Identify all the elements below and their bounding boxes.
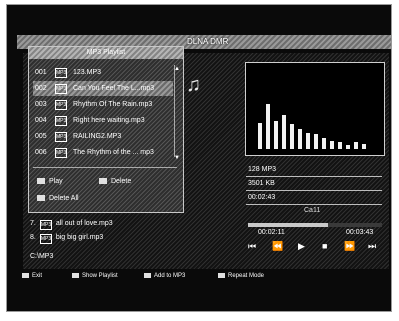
row-filename: Can You Feel The L...mp3 (73, 85, 155, 92)
play-label: Play (49, 178, 63, 185)
scroll-up-icon[interactable]: ▲ (174, 66, 180, 72)
playlist-divider (33, 167, 177, 168)
progress-bar[interactable] (248, 223, 382, 227)
row-filename: The Rhythm of the ... mp3 (73, 149, 154, 156)
spectrum-bar (314, 134, 318, 149)
previous-track-icon[interactable]: ⏮ (248, 240, 256, 252)
key-icon (72, 272, 79, 278)
add-to-mp3-button[interactable]: Add to MP3 (144, 270, 185, 282)
row-filename: 123.MP3 (73, 69, 102, 76)
row-number: 005 (35, 133, 47, 140)
spectrum-bar (266, 104, 270, 149)
current-time: 00:02:11 (258, 229, 285, 236)
info-divider (246, 190, 382, 191)
spectrum-bar (258, 123, 262, 149)
mp3-file-icon: MP3 (55, 132, 67, 142)
exit-button[interactable]: Exit (22, 270, 42, 282)
list-item[interactable]: 8. MP3 big big girl.mp3 (30, 232, 103, 244)
delete-all-button[interactable]: Delete All (37, 194, 79, 204)
footer-bar: Exit Show Playlist Add to MP3 Repeat Mod… (16, 270, 386, 282)
row-number: 006 (35, 149, 47, 156)
scroll-down-icon[interactable]: ▼ (174, 155, 180, 161)
repeat-mode-button[interactable]: Repeat Mode (218, 270, 264, 282)
row-filename: Right here waiting.mp3 (73, 117, 145, 124)
spectrum-bar (290, 124, 294, 149)
show-playlist-label: Show Playlist (82, 273, 118, 279)
list-item[interactable]: 7. MP3 all out of love.mp3 (30, 218, 113, 230)
spectrum-bar (298, 129, 302, 149)
info-divider (246, 176, 382, 177)
spectrum-bar (306, 133, 310, 149)
file-size-text: 3501 KB (248, 180, 275, 187)
repeat-mode-label: Repeat Mode (228, 273, 265, 279)
delete-button[interactable]: Delete (99, 177, 131, 187)
row-number: 003 (35, 101, 47, 108)
spectrum-bar (354, 142, 358, 149)
key-icon (22, 272, 29, 278)
info-divider (246, 204, 382, 205)
key-icon (144, 272, 151, 278)
spectrum-bar (282, 115, 286, 149)
delete-all-label: Delete All (49, 195, 79, 202)
stop-icon[interactable]: ■ (322, 240, 327, 252)
row-filename: RAILING2.MP3 (73, 133, 122, 140)
bitrate-text: 128 MP3 (248, 166, 277, 173)
mp3-file-icon: MP3 (39, 234, 52, 244)
key-icon (37, 195, 45, 202)
playlist-scrollbar[interactable] (174, 65, 179, 157)
playlist-row-selected[interactable]: 002 MP3 Can You Feel The L...mp3 (33, 81, 173, 96)
playlist-header: MP3 Playlist (29, 47, 183, 59)
list-item-number: 8. (30, 234, 36, 241)
list-item-name: big big girl.mp3 (55, 234, 104, 241)
spectrum-bar (346, 145, 350, 149)
row-number: 004 (35, 117, 47, 124)
playlist-popup: MP3 Playlist 001 MP3 123.MP3 002 MP3 Can… (28, 46, 184, 213)
row-filename: Rhythm Of The Rain.mp3 (73, 101, 153, 108)
play-icon[interactable]: ▶ (298, 240, 305, 252)
current-path: C:\MP3 (30, 253, 54, 260)
mp3-file-icon: MP3 (55, 100, 67, 110)
fast-forward-icon[interactable]: ⏩ (344, 240, 355, 252)
spectrum-display (245, 62, 385, 156)
status-text: Ca11 (304, 207, 321, 214)
spectrum-bar (330, 141, 334, 149)
mp3-file-icon: MP3 (55, 68, 67, 78)
row-number: 002 (35, 85, 47, 92)
next-track-icon[interactable]: ⏭ (368, 240, 376, 252)
spectrum-bar (362, 144, 366, 149)
spectrum-bar (338, 142, 342, 149)
playlist-row[interactable]: 004 MP3 Right here waiting.mp3 (33, 113, 173, 128)
rewind-icon[interactable]: ⏪ (272, 240, 283, 252)
add-to-mp3-label: Add to MP3 (154, 273, 186, 279)
playlist-row[interactable]: 006 MP3 The Rhythm of the ... mp3 (33, 145, 173, 160)
key-icon (37, 178, 45, 185)
music-note-icon: ♫ (186, 74, 201, 96)
duration-text: 00:02:43 (248, 194, 276, 201)
spectrum-bar (274, 121, 278, 149)
mp3-file-icon: MP3 (55, 116, 67, 126)
total-time: 00:03:43 (346, 229, 374, 236)
progress-fill (248, 223, 329, 227)
exit-label: Exit (32, 273, 43, 279)
spectrum-bar (322, 138, 326, 149)
playlist-row[interactable]: 001 MP3 123.MP3 (33, 65, 173, 80)
show-playlist-button[interactable]: Show Playlist (72, 270, 118, 282)
playlist-row[interactable]: 003 MP3 Rhythm Of The Rain.mp3 (33, 97, 173, 112)
playlist-row[interactable]: 005 MP3 RAILING2.MP3 (33, 129, 173, 144)
mp3-file-icon: MP3 (55, 84, 67, 94)
key-icon (99, 178, 107, 185)
list-item-number: 7. (30, 220, 36, 227)
row-number: 001 (35, 69, 47, 76)
mp3-file-icon: MP3 (55, 148, 67, 158)
delete-label: Delete (111, 178, 132, 185)
key-icon (218, 272, 225, 278)
window-title: DLNA DMR (187, 37, 229, 46)
mp3-file-icon: MP3 (39, 220, 52, 230)
list-item-name: all out of love.mp3 (55, 220, 113, 227)
play-button[interactable]: Play (37, 177, 63, 187)
